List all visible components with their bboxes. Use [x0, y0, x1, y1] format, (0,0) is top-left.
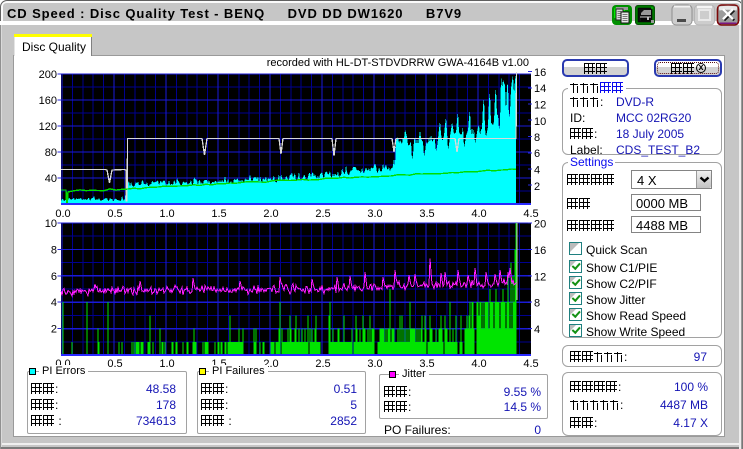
- svg-text:1.0: 1.0: [159, 358, 174, 370]
- svg-text:14: 14: [534, 83, 546, 95]
- svg-text:200: 200: [39, 69, 57, 81]
- svg-text:4.0: 4.0: [471, 358, 486, 370]
- svg-text:4: 4: [534, 324, 540, 336]
- svg-text:2: 2: [534, 181, 540, 193]
- svg-text:120: 120: [39, 121, 57, 133]
- svg-text:2: 2: [51, 324, 57, 336]
- svg-text:2.0: 2.0: [263, 208, 278, 220]
- svg-text:4.5: 4.5: [523, 358, 538, 370]
- svg-text:4.5: 4.5: [523, 208, 538, 220]
- svg-text:3.0: 3.0: [367, 208, 382, 220]
- svg-text:1.0: 1.0: [159, 208, 174, 220]
- svg-text:0.0: 0.0: [55, 208, 70, 220]
- svg-text:2.5: 2.5: [315, 208, 330, 220]
- svg-text:2.5: 2.5: [315, 358, 330, 370]
- svg-text:3.5: 3.5: [419, 208, 434, 220]
- svg-text:80: 80: [45, 147, 57, 159]
- svg-text:12: 12: [534, 271, 546, 283]
- svg-text:4: 4: [51, 297, 57, 309]
- svg-text:6: 6: [534, 148, 540, 160]
- svg-text:16: 16: [534, 67, 546, 79]
- svg-text:8: 8: [534, 298, 540, 310]
- svg-text:0.5: 0.5: [107, 358, 122, 370]
- svg-text:40: 40: [45, 173, 57, 185]
- svg-text:10: 10: [534, 116, 546, 128]
- svg-text:1.5: 1.5: [211, 208, 226, 220]
- svg-text:6: 6: [51, 271, 57, 283]
- svg-text:4.0: 4.0: [471, 208, 486, 220]
- svg-text:0.5: 0.5: [107, 208, 122, 220]
- svg-text:4: 4: [534, 165, 540, 177]
- svg-text:160: 160: [39, 95, 57, 107]
- svg-text:12: 12: [534, 100, 546, 112]
- svg-text:16: 16: [534, 245, 546, 257]
- svg-text:8: 8: [534, 132, 540, 144]
- svg-text:recorded with HL-DT-STDVDRRW G: recorded with HL-DT-STDVDRRW GWA-4164B v…: [267, 57, 529, 69]
- svg-text:20: 20: [534, 219, 546, 231]
- svg-text:3.0: 3.0: [367, 358, 382, 370]
- svg-text:8: 8: [51, 244, 57, 256]
